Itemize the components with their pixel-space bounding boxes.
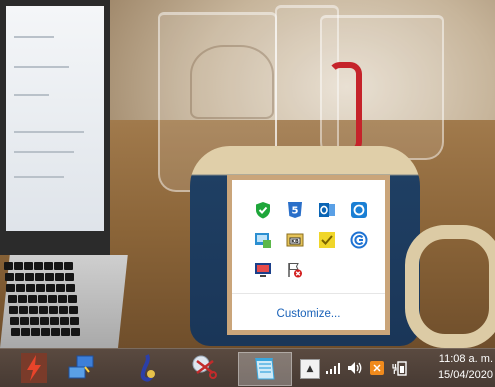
wallpaper-key: [7, 295, 17, 303]
wallpaper-key: [70, 317, 79, 325]
wallpaper-key: [14, 262, 23, 270]
wallpaper-key: [4, 262, 13, 270]
sync-icon[interactable]: [348, 199, 370, 221]
sticky-note-icon[interactable]: [316, 229, 338, 251]
chrome-remote-icon[interactable]: [348, 229, 370, 251]
tray-overflow-panel: 5 KB Customize...: [232, 180, 385, 330]
clock-time: 11:08 a. m.: [438, 353, 493, 365]
wallpaper-key: [25, 273, 35, 281]
wallpaper-key: [15, 273, 25, 281]
wallpaper-key: [56, 284, 66, 292]
lightning-app-icon[interactable]: [14, 352, 54, 384]
wallpaper-key: [30, 317, 39, 325]
flag-error-icon[interactable]: [284, 259, 306, 281]
wallpaper-key: [41, 328, 51, 336]
wallpaper-key: [55, 273, 65, 281]
svg-text:5: 5: [292, 206, 299, 217]
wallpaper-key: [50, 317, 59, 325]
wallpaper-key: [18, 306, 28, 314]
show-hidden-icons-button[interactable]: ▲: [300, 359, 320, 379]
wallpaper-key: [8, 306, 18, 314]
customize-link[interactable]: Customize...: [232, 308, 385, 320]
wallpaper-key: [34, 262, 43, 270]
wallpaper-key: [67, 295, 77, 303]
network-monitor-icon[interactable]: [252, 229, 274, 251]
wallpaper-key: [40, 317, 49, 325]
wallpaper-key: [51, 328, 61, 336]
wallpaper-key: [36, 284, 46, 292]
wallpaper-key: [45, 273, 55, 281]
wallpaper-key: [21, 328, 31, 336]
chevron-up-icon: ▲: [306, 364, 314, 374]
scissors-app-icon[interactable]: [184, 352, 224, 384]
wallpaper-key: [64, 262, 73, 270]
display-icon[interactable]: [252, 259, 274, 281]
tray-overflow-popup: 5 KB Customize...: [227, 175, 390, 335]
wallpaper-key: [54, 262, 63, 270]
wallpaper-key: [68, 306, 78, 314]
wallpaper-key: [27, 295, 37, 303]
orange-tray-icon[interactable]: [368, 359, 386, 377]
wallpaper-key: [47, 295, 57, 303]
wallpaper-mug-handle: [405, 225, 495, 348]
wallpaper-key: [71, 328, 81, 336]
wallpaper-keys: [4, 262, 81, 344]
security-shield-icon[interactable]: [252, 199, 274, 221]
wallpaper-key: [5, 273, 15, 281]
wallpaper-key: [44, 262, 53, 270]
wallpaper-red-logo: [328, 62, 362, 154]
notepad-app-icon[interactable]: [238, 352, 292, 386]
speaker-icon[interactable]: [346, 359, 364, 377]
wallpaper-laptop-screen: [6, 6, 104, 231]
battery-plug-icon[interactable]: [390, 359, 408, 377]
wallpaper-key: [17, 295, 27, 303]
wallpaper-key: [46, 284, 56, 292]
wallpaper-key: [66, 284, 76, 292]
popup-divider: [232, 293, 385, 294]
tray-icon-grid: 5 KB: [246, 193, 376, 283]
svg-text:KB: KB: [291, 239, 299, 245]
wallpaper-key: [57, 295, 67, 303]
wallpaper-key: [60, 317, 69, 325]
outlook-icon[interactable]: [316, 199, 338, 221]
wallpaper-key: [20, 317, 29, 325]
wallpaper-key: [58, 306, 68, 314]
wallpaper-key: [16, 284, 26, 292]
wallpaper-key: [48, 306, 58, 314]
wallpaper-key: [6, 284, 16, 292]
wallpaper-key: [28, 306, 38, 314]
signal-bars-icon[interactable]: [324, 359, 342, 377]
wallpaper-key: [31, 328, 41, 336]
wallpaper-key: [65, 273, 75, 281]
wallpaper-key: [10, 317, 19, 325]
wallpaper-key: [24, 262, 33, 270]
wallpaper-key: [37, 295, 47, 303]
wallpaper-key: [38, 306, 48, 314]
wallpaper-laptop: [0, 0, 110, 255]
keyboard-layout-icon[interactable]: KB: [284, 229, 306, 251]
wallpaper-glass-logo: [190, 45, 274, 119]
saxophone-app-icon[interactable]: [124, 352, 164, 384]
taskbar-clock[interactable]: 11:08 a. m. 15/04/2020: [421, 351, 493, 383]
wallpaper-key: [35, 273, 45, 281]
clock-date: 15/04/2020: [437, 369, 493, 381]
taskbar: ▲ 11:08 a. m. 15/04/2020: [0, 348, 495, 387]
wallpaper-key: [26, 284, 36, 292]
network-app-icon[interactable]: [62, 352, 102, 384]
wallpaper-key: [11, 328, 21, 336]
html5-icon[interactable]: 5: [284, 199, 306, 221]
wallpaper-key: [61, 328, 71, 336]
